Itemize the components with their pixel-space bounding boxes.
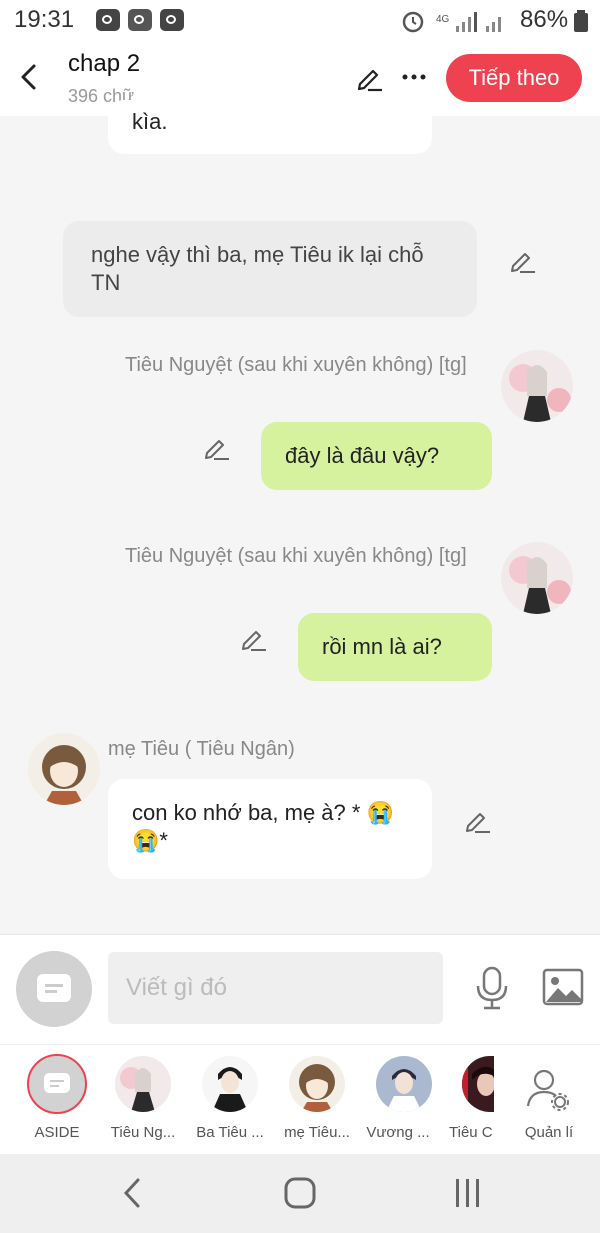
- character-avatar[interactable]: [376, 1056, 432, 1112]
- message-bubble[interactable]: đây là đâu vậy?: [261, 422, 492, 490]
- character-aside[interactable]: [27, 1054, 87, 1114]
- character-avatar[interactable]: [202, 1056, 258, 1112]
- nav-home-icon[interactable]: [283, 1176, 317, 1210]
- character-avatar[interactable]: [115, 1056, 171, 1112]
- character-label: Vương ...: [366, 1124, 430, 1141]
- manage-characters-icon[interactable]: [526, 1068, 570, 1112]
- message-text: con ko nhớ ba, mẹ à? * 😭😭*: [132, 800, 394, 853]
- nav-recents-icon[interactable]: [452, 1176, 484, 1210]
- edit-message-icon[interactable]: [463, 806, 491, 834]
- character-label: Tiêu Ng...: [110, 1124, 176, 1141]
- image-icon[interactable]: [542, 968, 584, 1006]
- nav-back-icon[interactable]: [118, 1174, 146, 1212]
- message-bubble[interactable]: con ko nhớ ba, mẹ à? * 😭😭*: [108, 779, 432, 879]
- message-text: kìa.: [132, 109, 168, 134]
- character-label: Ba Tiêu ...: [196, 1124, 264, 1141]
- speaker-name: Tiêu Nguyệt (sau khi xuyên không) [tg]: [125, 354, 467, 376]
- speaker-name: mẹ Tiêu ( Tiêu Ngân): [108, 738, 295, 760]
- microphone-icon[interactable]: [472, 966, 512, 1010]
- app-notification-icon: [128, 9, 152, 31]
- character-label: mẹ Tiêu...: [284, 1124, 350, 1141]
- message-input[interactable]: Viết gì đó: [108, 952, 443, 1024]
- next-chapter-button[interactable]: Tiếp theo: [446, 54, 582, 102]
- message-bubble[interactable]: kìa.: [108, 100, 432, 154]
- avatar[interactable]: [501, 542, 573, 614]
- status-time: 19:31: [14, 6, 75, 33]
- battery-icon: [574, 10, 588, 32]
- edit-message-icon[interactable]: [508, 246, 536, 274]
- manage-characters-label: Quản lí: [524, 1124, 574, 1141]
- speaker-name: Tiêu Nguyệt (sau khi xuyên không) [tg]: [125, 545, 467, 567]
- battery-percent: 86%: [520, 6, 569, 33]
- app-notification-icon: [96, 9, 120, 31]
- svg-text:4G: 4G: [436, 14, 450, 25]
- aside-note-icon: [37, 974, 71, 1002]
- chapter-title: chap 2: [68, 50, 141, 77]
- more-options-icon[interactable]: [400, 62, 428, 92]
- message-bubble[interactable]: rồi mn là ai?: [298, 613, 492, 681]
- message-text: rồi mn là ai?: [322, 634, 442, 659]
- message-text: nghe vậy thì ba, mẹ Tiêu ik lại chỗ TN: [91, 242, 424, 295]
- character-label: Tiêu C: [449, 1124, 493, 1141]
- avatar[interactable]: [501, 350, 573, 422]
- signal-icons: 4G: [402, 11, 501, 33]
- back-icon[interactable]: [14, 58, 44, 96]
- edit-pencil-icon[interactable]: [354, 62, 384, 92]
- edit-message-icon[interactable]: [239, 624, 267, 652]
- character-avatar[interactable]: [289, 1056, 345, 1112]
- aside-message-bubble[interactable]: nghe vậy thì ba, mẹ Tiêu ik lại chỗ TN: [63, 221, 477, 317]
- aside-note-icon: [44, 1073, 70, 1093]
- app-notification-icon: [160, 9, 184, 31]
- edit-message-icon[interactable]: [202, 433, 230, 461]
- avatar[interactable]: [28, 733, 100, 805]
- status-bar: [0, 0, 600, 42]
- character-label: ASIDE: [34, 1124, 80, 1141]
- message-text: đây là đâu vậy?: [285, 443, 440, 468]
- aside-toggle-button[interactable]: [16, 951, 92, 1027]
